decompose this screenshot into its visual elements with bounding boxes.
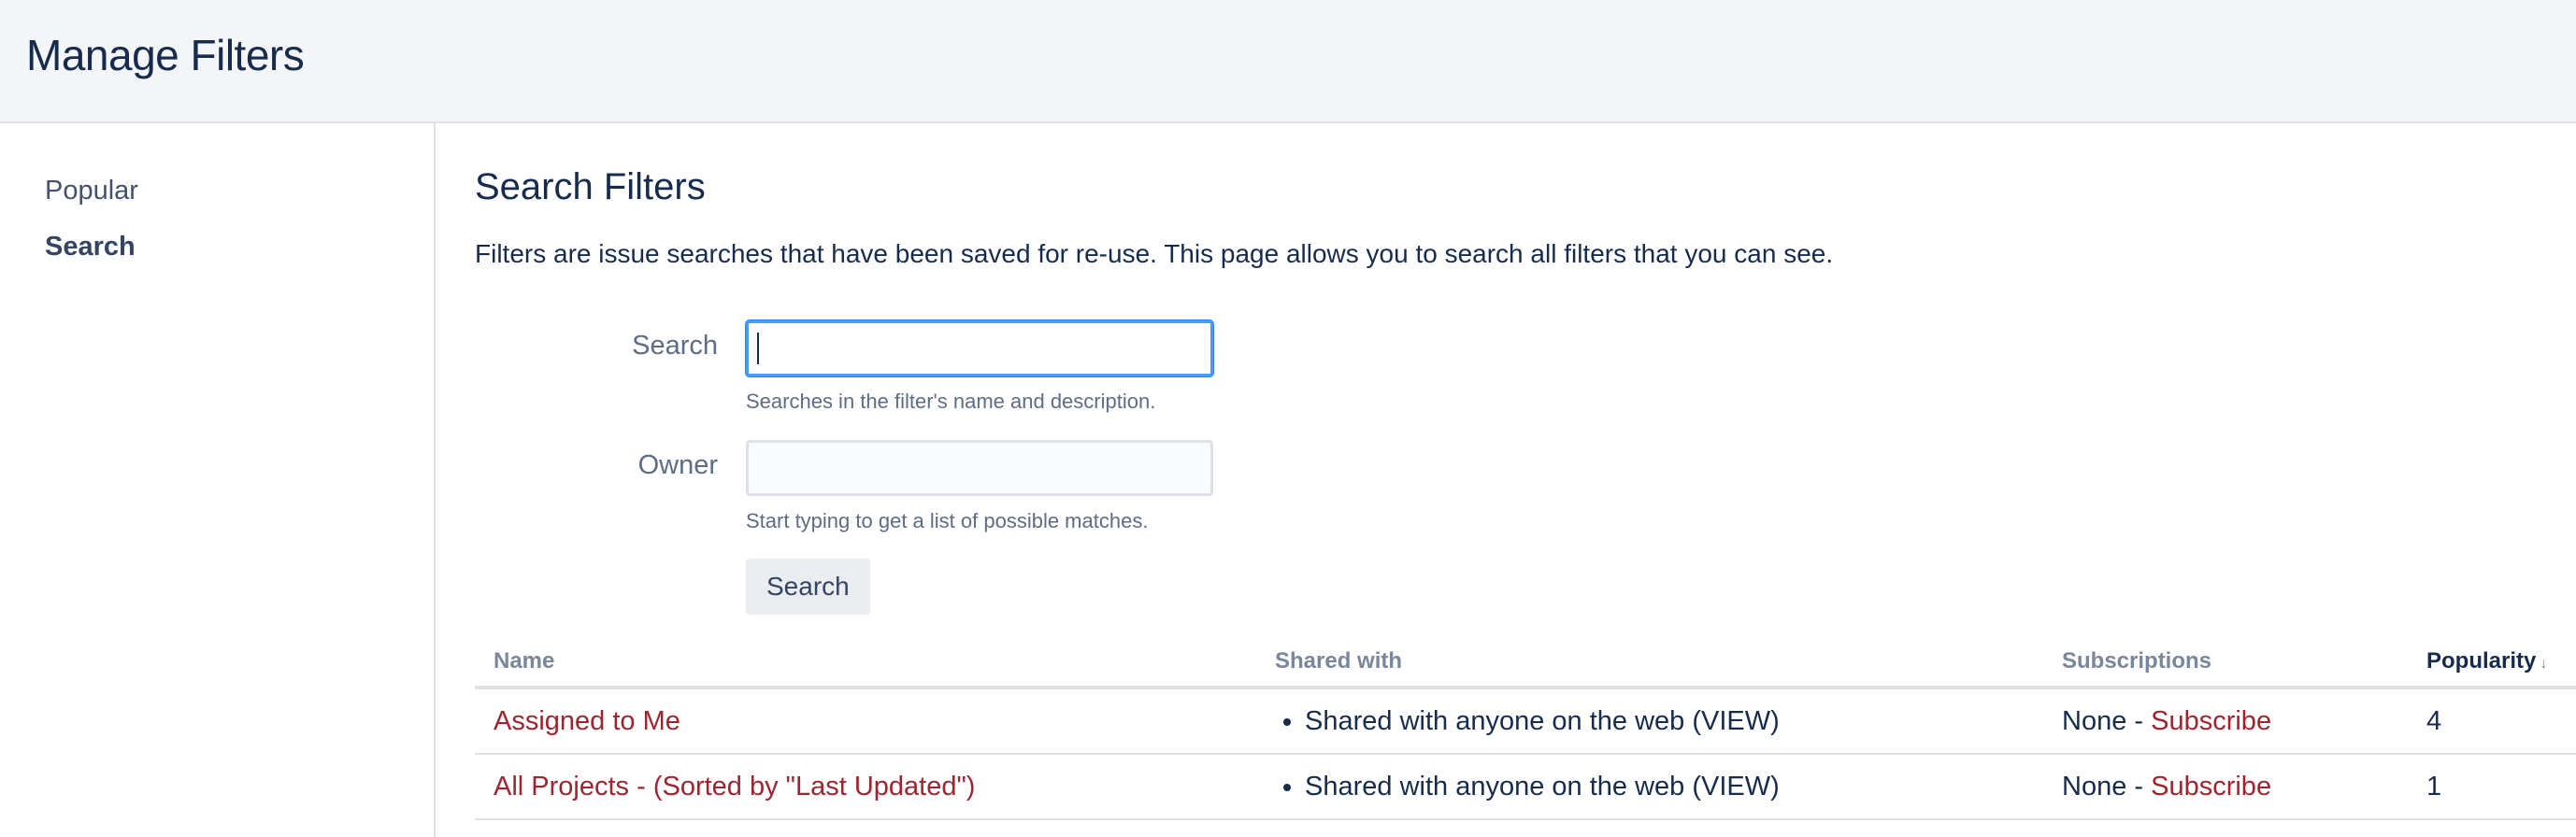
share-item: Shared with anyone on the web (VIEW) xyxy=(1305,706,2025,737)
column-header-popularity[interactable]: Popularity ↓ xyxy=(2408,637,2576,689)
subscribe-link[interactable]: Subscribe xyxy=(2151,772,2271,802)
popularity-value: 4 xyxy=(2408,688,2576,755)
search-button[interactable]: Search xyxy=(746,559,870,615)
column-header-subscriptions[interactable]: Subscriptions xyxy=(2043,637,2408,689)
column-header-popularity-label: Popularity xyxy=(2426,648,2537,674)
owner-help-text: Start typing to get a list of possible m… xyxy=(746,509,1149,532)
filter-name-link[interactable]: Assigned to Me xyxy=(494,706,680,736)
share-item: Shared with anyone on the web (VIEW) xyxy=(1305,772,2025,802)
main-content: Search Filters Filters are issue searche… xyxy=(475,123,2576,837)
search-input[interactable] xyxy=(746,320,1213,376)
sidebar-item-search[interactable]: Search xyxy=(45,232,136,262)
table-row: All Projects - (Sorted by "Last Updated"… xyxy=(475,754,2576,820)
sidebar-item-popular[interactable]: Popular xyxy=(45,176,138,206)
owner-label: Owner xyxy=(637,450,718,480)
table-header-row: Name Shared with Subscriptions Popularit… xyxy=(475,637,2576,689)
sidebar: Popular Search xyxy=(0,123,436,837)
search-label: Search xyxy=(632,331,718,361)
subscribe-link[interactable]: Subscribe xyxy=(2151,706,2271,736)
owner-input[interactable] xyxy=(746,440,1213,496)
share-list: Shared with anyone on the web (VIEW) xyxy=(1275,772,2025,802)
page-description: Filters are issue searches that have bee… xyxy=(475,239,1834,268)
sort-descending-icon: ↓ xyxy=(2540,656,2548,672)
subscription-status: None - xyxy=(2062,771,2152,802)
filter-table: Name Shared with Subscriptions Popularit… xyxy=(475,637,2576,820)
page-title: Manage Filters xyxy=(26,31,305,79)
column-header-shared-with[interactable]: Shared with xyxy=(1256,637,2043,689)
text-cursor xyxy=(757,333,759,364)
column-header-name[interactable]: Name xyxy=(475,637,1256,689)
section-title: Search Filters xyxy=(475,166,706,207)
share-list: Shared with anyone on the web (VIEW) xyxy=(1275,706,2025,737)
page-header: Manage Filters xyxy=(0,0,2576,123)
search-help-text: Searches in the filter's name and descri… xyxy=(746,390,1156,413)
table-row: Assigned to Me Shared with anyone on the… xyxy=(475,688,2576,755)
filter-name-link[interactable]: All Projects - (Sorted by "Last Updated"… xyxy=(494,772,975,802)
popularity-value: 1 xyxy=(2408,754,2576,820)
subscription-status: None - xyxy=(2062,705,2152,736)
